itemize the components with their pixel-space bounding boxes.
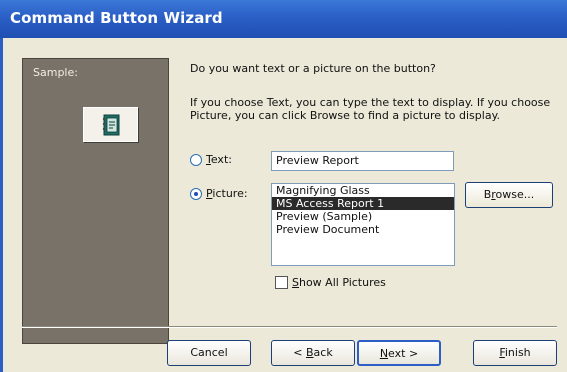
text-radio[interactable]: [190, 154, 202, 166]
list-item-selected[interactable]: MS Access Report 1: [272, 197, 454, 210]
footer-separator: [22, 326, 557, 328]
info-text: If you choose Text, you can type the tex…: [190, 96, 551, 122]
picture-radio-label: Picture:: [206, 187, 248, 200]
sample-button-preview: [83, 107, 138, 142]
finish-button[interactable]: Finish: [473, 340, 557, 366]
list-item[interactable]: Preview Document: [272, 223, 454, 236]
next-button[interactable]: Next >: [357, 340, 441, 366]
report-notebook-icon: [102, 114, 120, 139]
window-title: Command Button Wizard: [10, 9, 223, 27]
show-all-pictures-label: Show All Pictures: [292, 276, 386, 289]
list-item[interactable]: Magnifying Glass: [272, 184, 454, 197]
picture-listbox[interactable]: Magnifying Glass MS Access Report 1 Prev…: [271, 183, 455, 266]
radio-selected-dot: [194, 192, 198, 196]
sample-panel: Sample:: [22, 58, 169, 344]
cancel-button[interactable]: Cancel: [167, 340, 251, 366]
browse-button[interactable]: Browse...: [465, 182, 553, 208]
button-text-input[interactable]: Preview Report: [271, 151, 454, 171]
question-text: Do you want text or a picture on the but…: [190, 62, 436, 75]
list-item[interactable]: Preview (Sample): [272, 210, 454, 223]
sample-label: Sample:: [33, 66, 78, 79]
show-all-pictures-checkbox[interactable]: [275, 276, 288, 289]
text-radio-label: Text:: [206, 153, 232, 166]
picture-radio[interactable]: [190, 188, 202, 200]
title-bar: Command Button Wizard: [0, 0, 567, 38]
back-button[interactable]: < Back: [271, 340, 355, 366]
